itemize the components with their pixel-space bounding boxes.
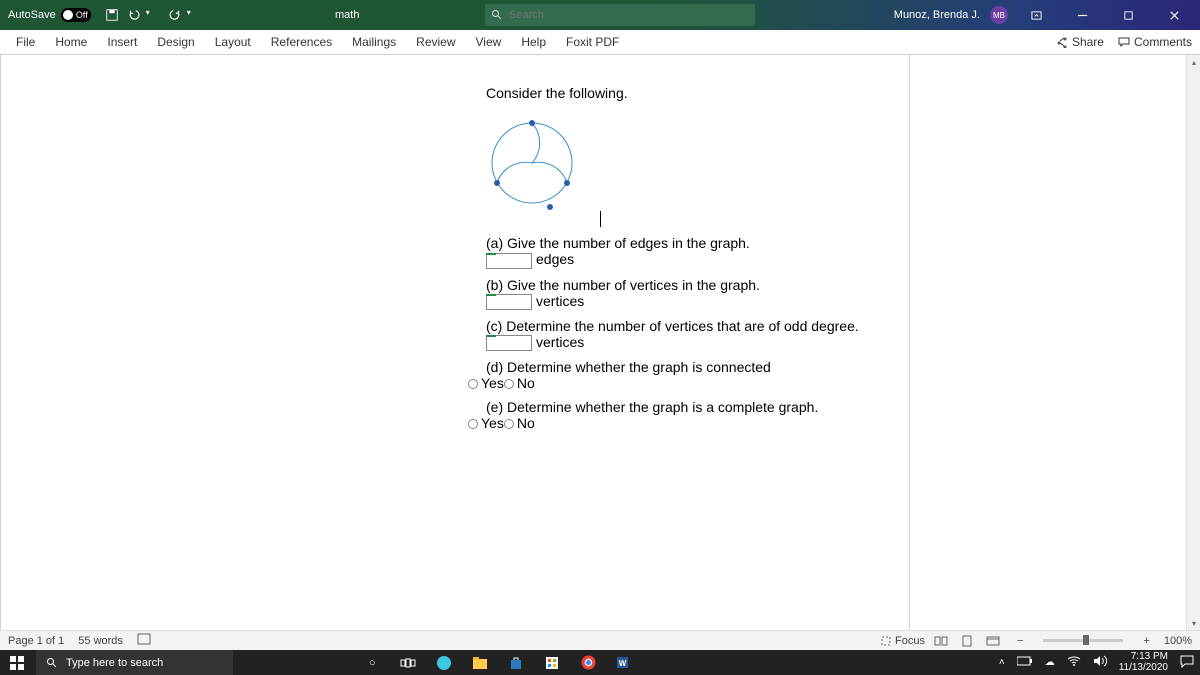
tab-view[interactable]: View	[466, 30, 512, 54]
autosave-toggle[interactable]: Off	[61, 8, 91, 22]
start-button[interactable]	[0, 650, 34, 675]
tab-insert[interactable]: Insert	[97, 30, 147, 54]
autosave-control[interactable]: AutoSave Off	[0, 8, 99, 22]
scroll-down-icon[interactable]: ▾	[1187, 616, 1200, 630]
ribbon-display-icon[interactable]	[1018, 0, 1054, 30]
autosave-state: Off	[76, 10, 88, 20]
text-cursor	[600, 211, 601, 227]
zoom-in-button[interactable]: +	[1143, 635, 1149, 647]
web-layout-icon[interactable]	[983, 634, 1003, 648]
share-button[interactable]: Share	[1056, 35, 1104, 49]
tab-mailings[interactable]: Mailings	[342, 30, 406, 54]
read-mode-icon[interactable]	[931, 634, 951, 648]
cloud-icon[interactable]: ☁	[1045, 657, 1055, 668]
user-area: Munoz, Brenda J. MB	[894, 0, 1200, 30]
status-bar: Page 1 of 1 55 words Focus − + 100%	[0, 630, 1200, 650]
page-indicator[interactable]: Page 1 of 1	[8, 635, 64, 647]
document-page[interactable]: Consider the following. (a) Give the num…	[138, 55, 1048, 630]
vertical-scrollbar[interactable]: ▴ ▾	[1186, 55, 1200, 630]
zoom-slider[interactable]	[1043, 639, 1123, 642]
input-vertices[interactable]	[486, 294, 532, 310]
focus-mode-button[interactable]: Focus	[880, 635, 925, 647]
cortana-icon[interactable]: ○	[355, 650, 389, 675]
tab-design[interactable]: Design	[147, 30, 204, 54]
system-tray: ˄ ☁ 7:13 PM 11/13/2020	[993, 652, 1200, 673]
document-area: Consider the following. (a) Give the num…	[0, 55, 1200, 630]
wifi-icon[interactable]	[1067, 655, 1081, 670]
radio-e-yes[interactable]	[468, 419, 478, 429]
document-title: math	[335, 9, 359, 21]
ribbon-tabs: File Home Insert Design Layout Reference…	[0, 30, 1200, 55]
maximize-button[interactable]	[1110, 0, 1146, 30]
tab-references[interactable]: References	[261, 30, 342, 54]
search-icon	[491, 9, 503, 21]
taskbar-search[interactable]: Type here to search	[36, 650, 233, 675]
undo-icon[interactable]	[127, 8, 141, 22]
tab-help[interactable]: Help	[511, 30, 556, 54]
word-icon[interactable]: W	[607, 650, 641, 675]
tray-chevron-icon[interactable]: ˄	[999, 657, 1005, 668]
undo-dropdown-icon[interactable]: ▾	[146, 8, 160, 22]
store-icon[interactable]	[499, 650, 533, 675]
search-icon	[46, 657, 58, 669]
windows-taskbar: Type here to search ○ W ˄ ☁ 7:13 PM 11/1…	[0, 650, 1200, 675]
scroll-up-icon[interactable]: ▴	[1187, 55, 1200, 69]
comments-button[interactable]: Comments	[1118, 35, 1192, 49]
volume-icon[interactable]	[1093, 655, 1107, 670]
minimize-button[interactable]	[1064, 0, 1100, 30]
radio-d-yes[interactable]	[468, 379, 478, 389]
taskbar-search-placeholder: Type here to search	[66, 657, 163, 669]
autosave-label: AutoSave	[8, 9, 56, 21]
tab-foxit[interactable]: Foxit PDF	[556, 30, 629, 54]
search-input[interactable]	[509, 9, 749, 21]
qat-customize-icon[interactable]: ▾	[187, 8, 201, 22]
tab-layout[interactable]: Layout	[205, 30, 261, 54]
tab-home[interactable]: Home	[45, 30, 97, 54]
user-name: Munoz, Brenda J.	[894, 9, 980, 21]
notifications-icon[interactable]	[1180, 654, 1194, 671]
radio-d-no[interactable]	[504, 379, 514, 389]
save-icon[interactable]	[105, 8, 119, 22]
zoom-level[interactable]: 100%	[1164, 635, 1192, 647]
title-bar: AutoSave Off ▾ ▾ math Munoz, Brenda J. M…	[0, 0, 1200, 30]
edge-icon[interactable]	[427, 650, 461, 675]
avatar[interactable]: MB	[990, 6, 1008, 24]
input-odd-vertices[interactable]	[486, 335, 532, 351]
tab-review[interactable]: Review	[406, 30, 465, 54]
spellcheck-icon[interactable]	[137, 633, 151, 648]
radio-e-no[interactable]	[504, 419, 514, 429]
tab-file[interactable]: File	[6, 30, 45, 54]
clock[interactable]: 7:13 PM 11/13/2020	[1119, 652, 1168, 673]
word-count[interactable]: 55 words	[78, 635, 123, 647]
redo-icon[interactable]	[168, 8, 182, 22]
close-button[interactable]	[1156, 0, 1192, 30]
battery-icon[interactable]	[1017, 656, 1033, 669]
app-icon[interactable]	[535, 650, 569, 675]
print-layout-icon[interactable]	[957, 634, 977, 648]
input-edges[interactable]	[486, 253, 532, 269]
search-box[interactable]	[485, 4, 755, 26]
quick-access-toolbar: ▾ ▾	[99, 8, 207, 22]
chrome-icon[interactable]	[571, 650, 605, 675]
zoom-out-button[interactable]: −	[1017, 635, 1023, 647]
explorer-icon[interactable]	[463, 650, 497, 675]
task-view-icon[interactable]	[391, 650, 425, 675]
svg-text:W: W	[618, 659, 626, 668]
